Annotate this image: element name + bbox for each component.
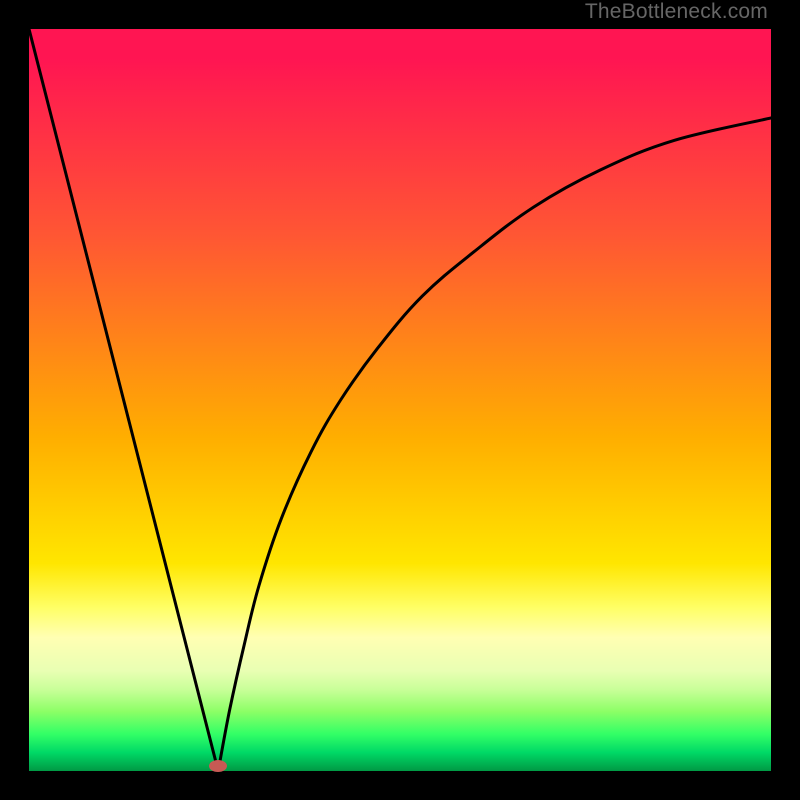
minimum-marker <box>209 760 227 772</box>
watermark-label: TheBottleneck.com <box>585 0 768 24</box>
right-branch-path <box>218 118 771 771</box>
curve-svg <box>29 29 771 771</box>
plot-area <box>29 29 771 771</box>
left-branch-path <box>29 29 218 771</box>
